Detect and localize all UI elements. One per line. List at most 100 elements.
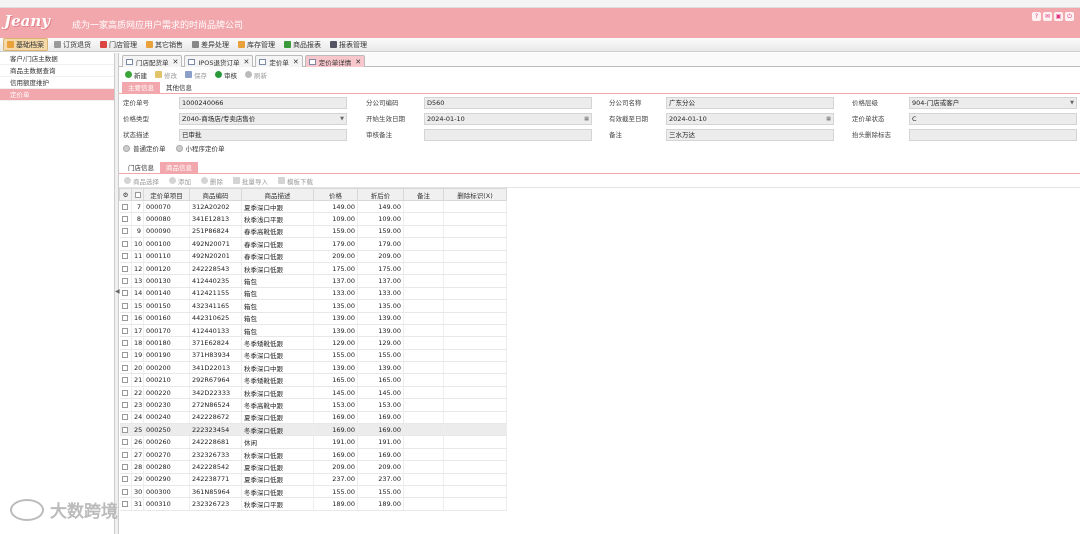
- cell-desc[interactable]: 冬季深口低跟: [241, 423, 314, 437]
- menu-item-4[interactable]: 差异处理: [189, 38, 232, 51]
- cell-item[interactable]: 000310: [143, 497, 190, 511]
- cell-remark[interactable]: [403, 435, 444, 449]
- exit-icon[interactable]: ⏻: [1065, 12, 1074, 21]
- cell-price[interactable]: 237.00: [313, 473, 358, 487]
- select-goods-button[interactable]: 商品选择: [124, 176, 159, 186]
- cell-delete-flag[interactable]: [443, 274, 507, 288]
- table-row[interactable]: 26 000260 242228681 休闲 191.00 191.00: [119, 435, 507, 449]
- cell-remark[interactable]: [403, 460, 444, 474]
- row-checkbox[interactable]: [119, 287, 132, 301]
- cell-remark[interactable]: [403, 299, 444, 313]
- cell-desc[interactable]: 冬季高靴中跟: [241, 398, 314, 412]
- table-row[interactable]: 11 000110 492N20201 春季深口低跟 209.00 209.00: [119, 250, 507, 263]
- table-row[interactable]: 31 000310 232326723 秋季深口平跟 189.00 189.00: [119, 497, 507, 511]
- cell-item[interactable]: 000190: [143, 349, 190, 363]
- cell-discount-price[interactable]: 237.00: [357, 473, 404, 487]
- col-discount-price[interactable]: 折后价: [357, 188, 404, 201]
- cell-delete-flag[interactable]: [443, 460, 507, 474]
- cell-item[interactable]: 000250: [143, 423, 190, 437]
- cell-code[interactable]: 341D22013: [189, 361, 242, 375]
- cell-delete-flag[interactable]: [443, 212, 507, 226]
- cell-item[interactable]: 000240: [143, 411, 190, 425]
- tab-3[interactable]: 定价单详情 ✕: [304, 55, 366, 67]
- cell-delete-flag[interactable]: [443, 473, 507, 487]
- cell-code[interactable]: 442310625: [189, 312, 242, 325]
- table-row[interactable]: 28 000280 242228542 夏季深口低跟 209.00 209.00: [119, 460, 507, 474]
- table-row[interactable]: 22 000220 342D22333 秋季深口低跟 145.00 145.00: [119, 386, 507, 400]
- cell-price[interactable]: 149.00: [313, 200, 358, 214]
- table-row[interactable]: 17 000170 412440133 箱包 139.00 139.00: [119, 324, 507, 338]
- help-icon[interactable]: ?: [1032, 12, 1041, 21]
- table-row[interactable]: 9 000090 251P86824 春季高靴低跟 159.00 159.00: [119, 225, 507, 239]
- cell-discount-price[interactable]: 139.00: [357, 312, 404, 325]
- row-checkbox[interactable]: [119, 411, 132, 425]
- cell-price[interactable]: 139.00: [313, 312, 358, 325]
- cell-desc[interactable]: 夏季深口低跟: [241, 411, 314, 425]
- cell-desc[interactable]: 秋季深口低跟: [241, 386, 314, 400]
- table-row[interactable]: 23 000230 272N86524 冬季高靴中跟 153.00 153.00: [119, 398, 507, 412]
- cell-discount-price[interactable]: 169.00: [357, 411, 404, 425]
- cell-item[interactable]: 000210: [143, 373, 190, 387]
- cell-remark[interactable]: [403, 473, 444, 487]
- cell-discount-price[interactable]: 135.00: [357, 299, 404, 313]
- cell-discount-price[interactable]: 109.00: [357, 212, 404, 226]
- tab-store-info[interactable]: 门店信息: [122, 162, 160, 174]
- cell-code[interactable]: 272N86524: [189, 398, 242, 412]
- cell-desc[interactable]: 春季深口低跟: [241, 250, 314, 263]
- cell-item[interactable]: 000100: [143, 237, 190, 251]
- cell-delete-flag[interactable]: [443, 299, 507, 313]
- end-date-field[interactable]: 2024-01-10 ▦: [666, 113, 834, 125]
- cell-desc[interactable]: 箱包: [241, 287, 314, 301]
- cell-desc[interactable]: 夏季深口中跟: [241, 200, 314, 214]
- edit-button[interactable]: 修改: [155, 70, 177, 80]
- cell-discount-price[interactable]: 179.00: [357, 237, 404, 251]
- status-desc-field[interactable]: 已审批: [179, 129, 347, 141]
- cell-remark[interactable]: [403, 448, 444, 462]
- col-code[interactable]: 商品编码: [189, 188, 242, 201]
- cell-delete-flag[interactable]: [443, 398, 507, 412]
- cell-code[interactable]: 222323454: [189, 423, 242, 437]
- cell-delete-flag[interactable]: [443, 200, 507, 214]
- cell-desc[interactable]: 箱包: [241, 312, 314, 325]
- cell-price[interactable]: 139.00: [313, 361, 358, 375]
- cell-discount-price[interactable]: 155.00: [357, 485, 404, 499]
- table-row[interactable]: 29 000290 242238771 夏季深口低跟 237.00 237.00: [119, 473, 507, 487]
- cell-discount-price[interactable]: 139.00: [357, 324, 404, 338]
- cell-price[interactable]: 133.00: [313, 287, 358, 301]
- row-checkbox[interactable]: [119, 435, 132, 449]
- table-row[interactable]: 7 000070 312A20202 夏季深口中跟 149.00 149.00: [119, 200, 507, 214]
- cell-item[interactable]: 000260: [143, 435, 190, 449]
- table-row[interactable]: 20 000200 341D22013 秋季深口中跟 139.00 139.00: [119, 361, 507, 375]
- close-icon[interactable]: ✕: [243, 58, 249, 66]
- price-type-select[interactable]: Z040-商场店/专卖店售价 ▼: [179, 113, 347, 125]
- col-price[interactable]: 价格: [313, 188, 358, 201]
- header-delete-field[interactable]: [909, 129, 1077, 141]
- cell-discount-price[interactable]: 133.00: [357, 287, 404, 301]
- cell-item[interactable]: 000180: [143, 336, 190, 350]
- cell-delete-flag[interactable]: [443, 435, 507, 449]
- cell-delete-flag[interactable]: [443, 312, 507, 325]
- cell-item[interactable]: 000160: [143, 312, 190, 325]
- mail-icon[interactable]: ✉: [1043, 12, 1052, 21]
- cell-price[interactable]: 209.00: [313, 460, 358, 474]
- cell-remark[interactable]: [403, 423, 444, 437]
- cell-code[interactable]: 361N85964: [189, 485, 242, 499]
- table-row[interactable]: 8 000080 341E12813 秋季浅口平跟 109.00 109.00: [119, 212, 507, 226]
- cell-remark[interactable]: [403, 349, 444, 363]
- cell-item[interactable]: 000270: [143, 448, 190, 462]
- radio-mini-program-price[interactable]: 小程序定价单: [175, 143, 225, 153]
- tab-0[interactable]: 门店配货单 ✕: [122, 55, 183, 67]
- cell-discount-price[interactable]: 191.00: [357, 435, 404, 449]
- select-all-checkbox[interactable]: [131, 188, 144, 201]
- cell-code[interactable]: 292R67964: [189, 373, 242, 387]
- cell-item[interactable]: 000280: [143, 460, 190, 474]
- cell-price[interactable]: 189.00: [313, 497, 358, 511]
- row-checkbox[interactable]: [119, 274, 132, 288]
- row-checkbox[interactable]: [119, 237, 132, 251]
- cell-item[interactable]: 000200: [143, 361, 190, 375]
- cell-item[interactable]: 000300: [143, 485, 190, 499]
- cell-remark[interactable]: [403, 262, 444, 276]
- cell-code[interactable]: 312A20202: [189, 200, 242, 214]
- close-icon[interactable]: ✕: [293, 58, 299, 66]
- cell-delete-flag[interactable]: [443, 349, 507, 363]
